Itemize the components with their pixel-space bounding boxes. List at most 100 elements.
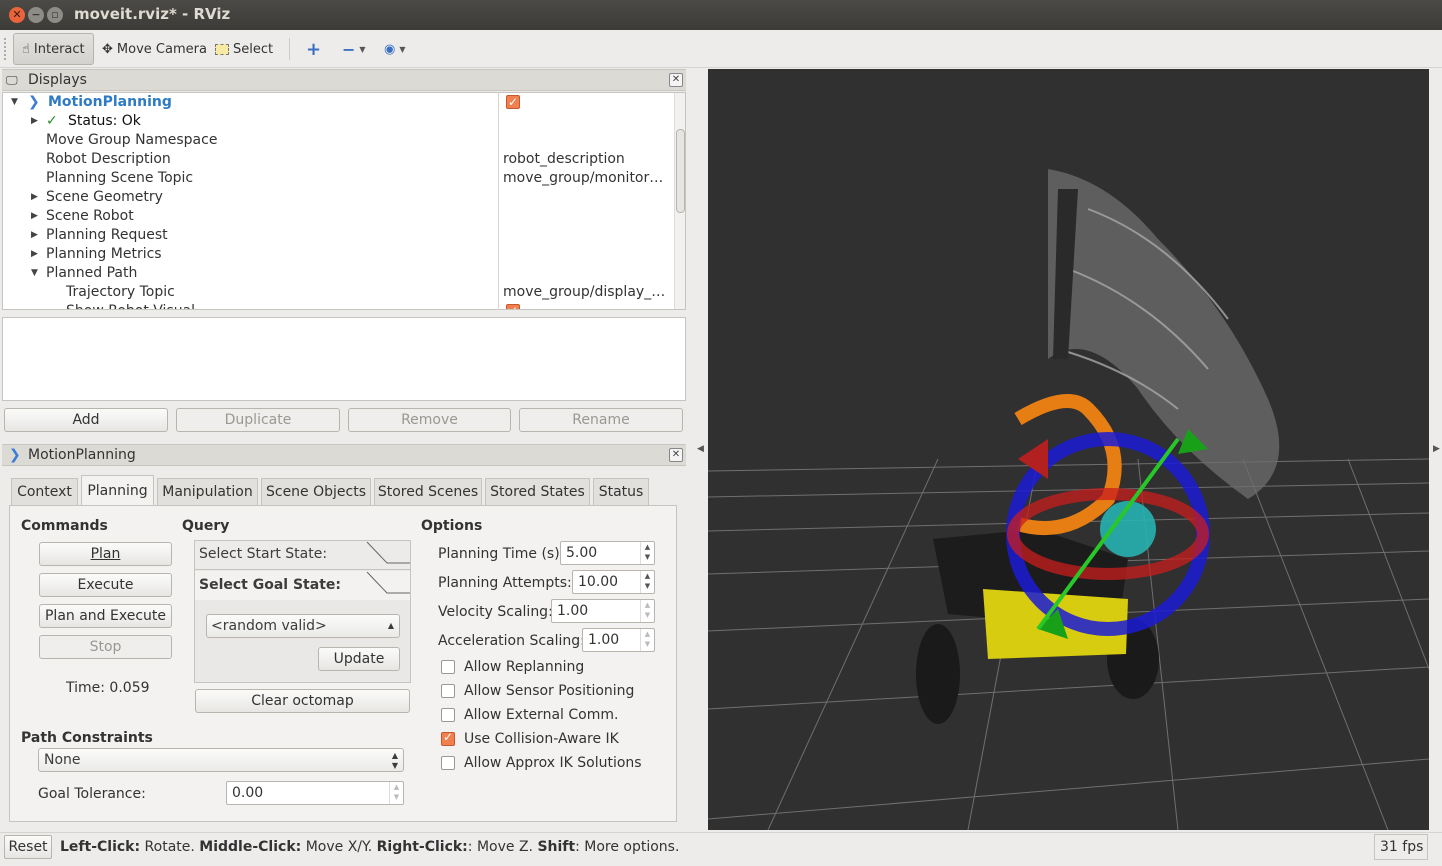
commands-heading: Commands <box>21 518 108 534</box>
tree-value[interactable]: move_group/display_… <box>503 283 665 302</box>
collapse-arrow-icon[interactable]: ▼ <box>31 264 38 283</box>
tab-planning[interactable]: Planning <box>81 475 154 506</box>
tree-value[interactable]: robot_description <box>503 150 625 169</box>
plan-button[interactable]: Plan <box>39 542 172 566</box>
planning-time-input[interactable]: 5.00 ▲ ▼ <box>560 541 655 565</box>
show-robot-checkbox[interactable] <box>506 302 520 309</box>
collision-aware-ik-checkbox[interactable]: Use Collision-Aware IK <box>441 730 619 747</box>
spin-arrows-icon[interactable]: ▲ ▼ <box>640 542 654 564</box>
interact-button[interactable]: ☝ Interact <box>13 33 94 65</box>
expand-arrow-icon[interactable]: ▶ <box>31 226 38 245</box>
status-key: Middle-Click: <box>199 839 302 855</box>
allow-replanning-checkbox[interactable]: Allow Replanning <box>441 659 584 675</box>
select-box-icon <box>215 43 229 55</box>
execute-button[interactable]: Execute <box>39 573 172 597</box>
close-icon[interactable]: ✕ <box>669 448 683 462</box>
tree-label: Planning Request <box>46 227 168 243</box>
toolbar-separator <box>289 38 290 60</box>
reset-button[interactable]: Reset <box>4 835 52 859</box>
maximize-window-icon[interactable]: ▫ <box>47 7 63 23</box>
spin-arrows-icon[interactable]: ▲ ▼ <box>640 629 654 651</box>
add-button[interactable]: Add <box>4 408 168 432</box>
spin-arrows-icon[interactable]: ▲ ▼ <box>640 600 654 622</box>
tab-scene-objects[interactable]: Scene Objects <box>261 478 371 505</box>
approx-ik-checkbox[interactable]: Allow Approx IK Solutions <box>441 755 642 771</box>
tree-row[interactable]: Show Robot Visual <box>3 302 675 309</box>
tree-row[interactable]: Planning Scene Topic move_group/monitor… <box>3 169 675 188</box>
tree-row[interactable]: Move Group Namespace <box>3 131 675 150</box>
velocity-input[interactable]: 1.00 ▲ ▼ <box>551 599 655 623</box>
tree-row-motionplanning[interactable]: ▼ ❯ MotionPlanning <box>3 93 675 112</box>
motionplanning-icon: ❯ <box>28 94 40 110</box>
plan-and-execute-button[interactable]: Plan and Execute <box>39 604 172 628</box>
displays-tree[interactable]: ▼ ❯ MotionPlanning ▶ ✓ Status: Ok Move G… <box>2 92 686 310</box>
tree-value[interactable]: move_group/monitor… <box>503 169 663 188</box>
tree-row[interactable]: ▶ Scene Geometry <box>3 188 675 207</box>
splitter-arrow-icon[interactable]: ◀ <box>697 444 704 454</box>
scrollbar-thumb[interactable] <box>676 129 685 213</box>
add-tool-icon[interactable]: + <box>298 33 329 65</box>
clear-octomap-button[interactable]: Clear octomap <box>195 689 410 713</box>
expand-arrow-icon[interactable]: ▶ <box>31 245 38 264</box>
move-camera-button[interactable]: ✥ Move Camera <box>94 33 215 65</box>
select-button[interactable]: Select <box>207 33 281 65</box>
title-bar: ✕ − ▫ moveit.rviz* - RViz <box>0 0 1442 30</box>
tree-label: Status: Ok <box>68 113 141 129</box>
accel-value: 1.00 <box>588 632 620 648</box>
tab-stored-states[interactable]: Stored States <box>485 478 590 505</box>
splitter-arrow-icon[interactable]: ▶ <box>1433 444 1440 454</box>
stop-button[interactable]: Stop <box>39 635 172 659</box>
motionplanning-header: ❯ MotionPlanning ✕ <box>2 444 686 466</box>
tree-row-status[interactable]: ▶ ✓ Status: Ok <box>3 112 675 131</box>
move-camera-label: Move Camera <box>116 41 207 57</box>
status-bar: Reset Left-Click: Rotate. Middle-Click: … <box>0 832 1442 866</box>
tree-row[interactable]: Robot Description robot_description <box>3 150 675 169</box>
3d-viewport[interactable] <box>708 69 1429 830</box>
tree-label: Show Robot Visual <box>66 302 195 309</box>
tree-label: Scene Geometry <box>46 189 163 205</box>
expand-arrow-icon[interactable]: ▶ <box>31 188 38 207</box>
tab-manipulation[interactable]: Manipulation <box>157 478 258 505</box>
attempts-value: 10.00 <box>578 574 619 590</box>
remove-button[interactable]: Remove <box>348 408 511 432</box>
check-icon: ✓ <box>46 113 58 129</box>
expand-arrow-icon[interactable]: ▶ <box>31 112 38 131</box>
tree-label: Planned Path <box>46 265 138 281</box>
duplicate-button[interactable]: Duplicate <box>176 408 340 432</box>
accel-input[interactable]: 1.00 ▲ ▼ <box>582 628 655 652</box>
collapse-arrow-icon[interactable]: ▼ <box>11 93 18 112</box>
tab-context[interactable]: Context <box>11 478 78 505</box>
status-key: Left-Click: <box>60 839 141 855</box>
close-window-icon[interactable]: ✕ <box>9 7 25 23</box>
status-help-text: Left-Click: Rotate. Middle-Click: Move X… <box>60 839 679 855</box>
expand-arrow-icon[interactable]: ▶ <box>31 207 38 226</box>
goal-tolerance-input[interactable]: 0.00 ▲ ▼ <box>226 781 404 805</box>
spin-arrows-icon[interactable]: ▲ ▼ <box>389 782 403 804</box>
accel-label: Acceleration Scaling: <box>438 633 585 649</box>
tab-stored-scenes[interactable]: Stored Scenes <box>374 478 482 505</box>
minimize-window-icon[interactable]: − <box>28 7 44 23</box>
goal-state-header[interactable]: Select Goal State: <box>195 571 410 600</box>
close-icon[interactable]: ✕ <box>669 73 683 87</box>
tab-status[interactable]: Status <box>593 478 649 505</box>
tree-row[interactable]: ▼ Planned Path <box>3 264 675 283</box>
allow-external-comm-checkbox[interactable]: Allow External Comm. <box>441 707 618 723</box>
attempts-input[interactable]: 10.00 ▲ ▼ <box>572 570 655 594</box>
spin-arrows-icon[interactable]: ▲ ▼ <box>640 571 654 593</box>
tree-scrollbar[interactable] <box>674 93 685 309</box>
remove-tool-icon[interactable]: − ▼ <box>334 33 374 65</box>
tree-row[interactable]: ▶ Planning Metrics <box>3 245 675 264</box>
path-constraints-select[interactable]: None ▲ ▼ <box>38 748 404 772</box>
rename-button[interactable]: Rename <box>519 408 683 432</box>
goal-state-select[interactable]: <random valid> ▲ <box>206 614 400 638</box>
update-button[interactable]: Update <box>318 647 400 671</box>
tree-row[interactable]: ▶ Scene Robot <box>3 207 675 226</box>
window-title: moveit.rviz* - RViz <box>74 5 231 23</box>
eye-icon[interactable]: ◉ ▼ <box>376 33 414 65</box>
allow-sensor-positioning-checkbox[interactable]: Allow Sensor Positioning <box>441 683 634 699</box>
tree-row[interactable]: Trajectory Topic move_group/display_… <box>3 283 675 302</box>
monitor-icon: 🖵 <box>6 73 18 87</box>
tree-row[interactable]: ▶ Planning Request <box>3 226 675 245</box>
goal-state-value: <random valid> <box>211 618 327 634</box>
start-state-header[interactable]: Select Start State: <box>195 541 410 570</box>
